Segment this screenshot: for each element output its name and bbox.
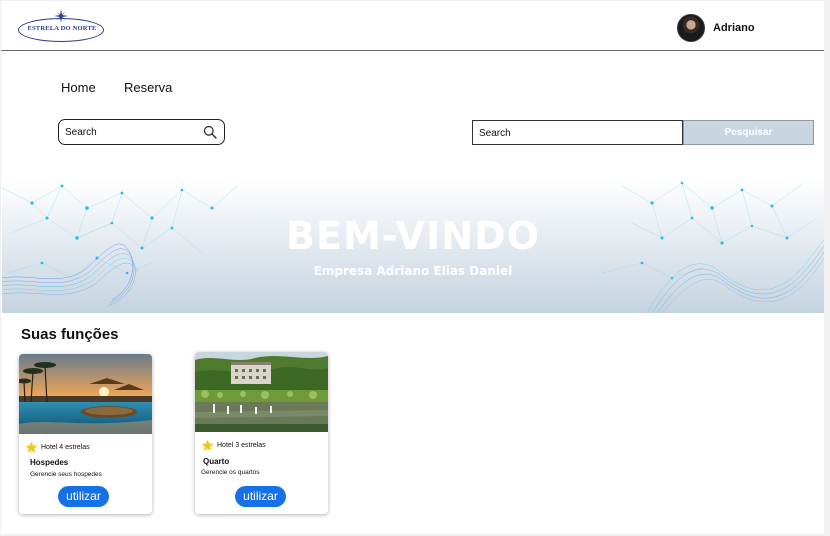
card-rating-text: Hotel 4 estrelas xyxy=(41,444,90,451)
utilizar-button[interactable]: utilizar xyxy=(235,486,286,507)
card-rating-text: Hotel 3 estrelas xyxy=(217,442,266,449)
utilizar-button[interactable]: utilizar xyxy=(58,486,109,507)
card-description: Gerencie seus hospedes xyxy=(30,471,102,478)
pesquisar-button[interactable]: Pesquisar xyxy=(683,120,814,145)
banner-title: BEM-VINDO xyxy=(286,214,540,258)
hotel-pool-image xyxy=(19,354,152,434)
avatar[interactable] xyxy=(677,14,705,42)
card-rating: Hotel 4 estrelas xyxy=(25,441,90,454)
nav-home[interactable]: Home xyxy=(61,80,96,95)
company-logo[interactable]: ESTRELA DO NORTE xyxy=(17,9,107,44)
card-title: Quarto xyxy=(203,457,230,466)
card-description: Gerencie os quartos xyxy=(201,469,260,476)
search-box xyxy=(58,119,225,145)
nav-reserva[interactable]: Reserva xyxy=(124,80,172,95)
function-card-hospedes[interactable]: Hotel 4 estrelas Hospedes Gerencie seus … xyxy=(19,354,152,514)
function-card-quarto[interactable]: Hotel 3 estrelas Quarto Gerencie os quar… xyxy=(195,352,328,514)
search-field xyxy=(472,120,683,145)
star-icon xyxy=(25,441,38,453)
search-icon[interactable] xyxy=(203,125,217,139)
header-divider xyxy=(1,50,824,51)
banner-subtitle: Empresa Adriano Elias Daniel xyxy=(313,264,513,278)
star-icon xyxy=(201,439,214,451)
section-title: Suas funções xyxy=(21,326,119,343)
user-name[interactable]: Adriano xyxy=(713,22,755,34)
page: ESTRELA DO NORTE Adriano Home Reserva Pe… xyxy=(1,1,824,534)
search-field-input[interactable] xyxy=(479,126,674,140)
logo-text: ESTRELA DO NORTE xyxy=(27,25,97,32)
welcome-banner: BEM-VINDO Empresa Adriano Elias Daniel xyxy=(2,178,824,313)
card-rating: Hotel 3 estrelas xyxy=(201,439,266,452)
card-title: Hospedes xyxy=(30,458,69,467)
search-input[interactable] xyxy=(65,125,193,139)
hotel-lake-image xyxy=(195,352,328,432)
